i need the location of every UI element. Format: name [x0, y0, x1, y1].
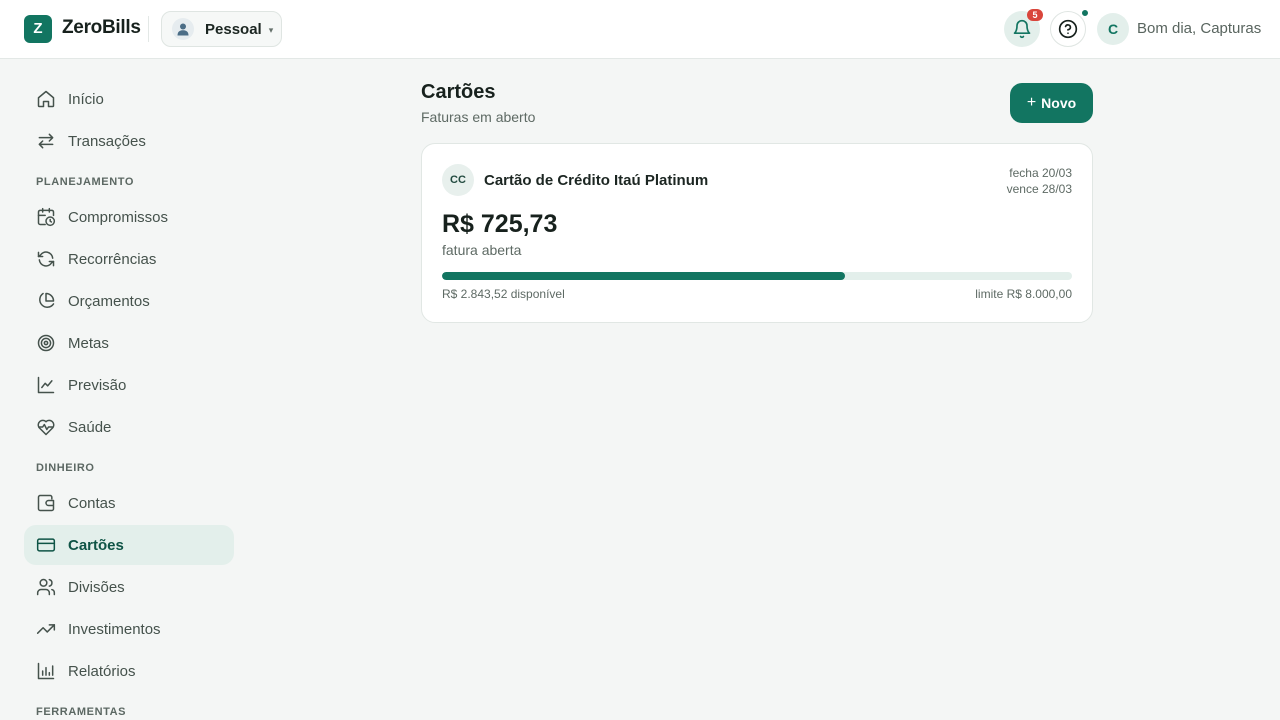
person-icon	[172, 18, 194, 40]
sidebar-item-saude[interactable]: Saúde	[24, 407, 234, 447]
arrows-swap-icon	[36, 131, 56, 151]
top-bar: Z ZeroBills Pessoal ▾ 5 C Bom dia, Captu…	[0, 0, 1280, 59]
app-name[interactable]: ZeroBills	[62, 17, 141, 39]
sidebar-item-label: Compromissos	[68, 208, 169, 226]
help-indicator-dot	[1081, 9, 1089, 17]
sidebar-item-transacoes[interactable]: Transações	[24, 121, 234, 161]
sidebar-section-title: PLANEJAMENTO	[36, 176, 135, 188]
bell-icon	[1012, 19, 1032, 39]
card-dates: fecha 20/03 vence 28/03	[1007, 165, 1072, 197]
bar-chart-icon	[36, 661, 56, 681]
sidebar-item-metas[interactable]: Metas	[24, 323, 234, 363]
workspace-label: Pessoal	[205, 20, 262, 38]
sidebar-item-compromissos[interactable]: Compromissos	[24, 197, 234, 237]
home-icon	[36, 89, 56, 109]
card-closing-date: fecha 20/03	[1009, 166, 1072, 180]
sidebar-item-inicio[interactable]: Início	[24, 79, 234, 119]
trending-up-icon	[36, 619, 56, 639]
chevron-down-icon: ▾	[268, 24, 274, 35]
line-chart-icon	[36, 375, 56, 395]
sidebar-item-previsao[interactable]: Previsão	[24, 365, 234, 405]
workspace-selector[interactable]: Pessoal ▾	[161, 11, 282, 47]
sidebar: Início Transações PLANEJAMENTO Compromis…	[0, 59, 260, 720]
sidebar-item-label: Orçamentos	[68, 292, 150, 310]
target-icon	[36, 333, 56, 353]
user-avatar[interactable]: C	[1097, 13, 1129, 45]
limit-usage-fill	[442, 272, 846, 280]
sidebar-item-label: Investimentos	[68, 620, 161, 638]
users-icon	[36, 577, 56, 597]
sidebar-item-cartoes[interactable]: Cartões	[24, 525, 234, 565]
app-logo[interactable]: Z	[24, 15, 52, 43]
sidebar-item-label: Previsão	[68, 376, 127, 394]
sidebar-item-label: Relatórios	[68, 662, 136, 680]
sidebar-item-contas[interactable]: Contas	[24, 483, 234, 523]
card-due-date: vence 28/03	[1006, 182, 1072, 196]
refresh-icon	[36, 249, 56, 269]
card-invoice-amount: R$ 725,73	[442, 210, 558, 238]
credit-card-item[interactable]: CC Cartão de Crédito Itaú Platinum fecha…	[421, 143, 1093, 323]
user-greeting: Bom dia, Capturas	[1137, 20, 1262, 37]
sidebar-item-relatorios[interactable]: Relatórios	[24, 651, 234, 691]
help-button[interactable]	[1050, 11, 1086, 47]
sidebar-item-recorrencias[interactable]: Recorrências	[24, 239, 234, 279]
sidebar-item-divisoes[interactable]: Divisões	[24, 567, 234, 607]
sidebar-item-label: Metas	[68, 334, 109, 352]
sidebar-item-label: Transações	[68, 132, 146, 150]
heart-pulse-icon	[36, 417, 56, 437]
sidebar-section-title: DINHEIRO	[36, 462, 95, 474]
sidebar-item-orcamentos[interactable]: Orçamentos	[24, 281, 234, 321]
page-subtitle: Faturas em aberto	[421, 109, 536, 125]
sidebar-item-label: Divisões	[68, 578, 125, 596]
plus-icon: +	[1026, 94, 1037, 111]
sidebar-item-label: Recorrências	[68, 250, 157, 268]
card-type-badge: CC	[442, 164, 474, 196]
wallet-icon	[36, 493, 56, 513]
card-invoice-label: fatura aberta	[442, 242, 522, 258]
notification-count-badge: 5	[1027, 9, 1043, 21]
new-card-button[interactable]: + Novo	[1010, 83, 1093, 123]
limit-usage-bar	[442, 272, 1072, 280]
sidebar-section-title: FERRAMENTAS	[36, 706, 127, 718]
sidebar-item-investimentos[interactable]: Investimentos	[24, 609, 234, 649]
pie-chart-icon	[36, 291, 56, 311]
sidebar-item-label: Início	[68, 90, 104, 108]
calendar-clock-icon	[36, 207, 56, 227]
new-button-label: Novo	[1041, 95, 1077, 111]
sidebar-item-label: Contas	[68, 494, 116, 512]
card-total-limit: limite R$ 8.000,00	[975, 287, 1072, 301]
sidebar-item-label: Saúde	[68, 418, 112, 436]
card-available-limit: R$ 2.843,52 disponível	[442, 287, 565, 301]
card-name: Cartão de Crédito Itaú Platinum	[484, 172, 709, 189]
credit-card-icon	[36, 535, 56, 555]
header-divider	[148, 16, 149, 42]
page-title: Cartões	[421, 81, 496, 103]
help-circle-icon	[1058, 19, 1078, 39]
sidebar-item-label: Cartões	[68, 536, 124, 554]
